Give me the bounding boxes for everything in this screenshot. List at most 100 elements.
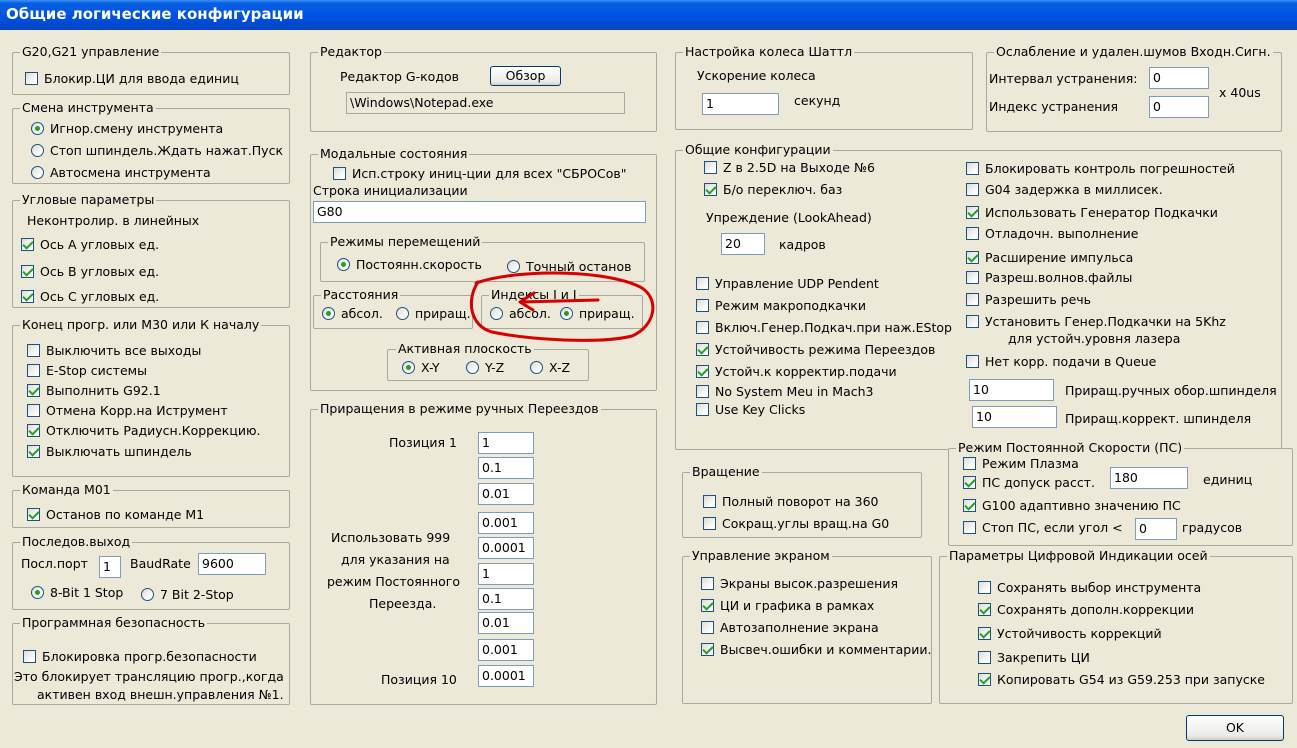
radio-ignore-tool-change[interactable]: Игнор.смену инструмента [31,121,223,136]
radio-plane-xz[interactable]: X-Z [530,360,570,375]
use-init-string-checkbox[interactable]: Исп.строку иниц-ции для всех "СБРОСов" [333,166,627,181]
screen-option-checkbox[interactable]: Автозаполнение экрана [701,620,879,635]
dro-option-checkbox[interactable]: Сохранять дополн.коррекции [978,602,1194,617]
shuttle-accel-input[interactable]: 1 [702,93,779,115]
jog-increment-input[interactable]: 0.1 [478,457,534,479]
checkbox-box [21,290,34,303]
z-in-25d-checkbox[interactable]: Z в 2.5D на Выходе №6 [704,160,875,175]
ok-button[interactable]: OK [1186,715,1284,741]
no-feed-override-queue-checkbox[interactable]: Нет корр. подачи в Queue [966,354,1156,369]
cv-distance-tolerance-checkbox[interactable]: ПС допуск расст. [963,475,1095,490]
jog-increment-input[interactable]: 0.01 [478,612,534,634]
screen-option-checkbox[interactable]: Высвеч.ошибки и комментарии. [701,642,931,657]
axis-c-angular-checkbox[interactable]: Ось С угловых ед. [21,289,159,304]
cv-tolerance-input[interactable]: 180 [1110,467,1188,489]
radio-8bit-1stop[interactable]: 8-Bit 1 Stop [31,585,123,600]
jog-increment-input[interactable]: 0.0001 [478,665,534,687]
general-option-checkbox[interactable]: Использовать Генератор Подкачки [966,205,1218,220]
general-option-checkbox[interactable]: Управление UDP Pendent [696,276,879,291]
general-option-checkbox[interactable]: Расширение импульса [966,250,1133,265]
cv-stop-angle-input[interactable]: 0 [1135,518,1177,540]
screen-option-checkbox[interactable]: Экраны высок.разрешения [701,576,898,591]
general-option-checkbox[interactable]: Отладочн. выполнение [966,226,1138,241]
angular-note: Неконтролир. в линейных [27,213,200,228]
jog-increment-input[interactable]: 0.001 [478,639,534,661]
cv-stop-angle-checkbox[interactable]: Стоп ПС, если угол < [963,520,1123,535]
group-title: Редактор [318,44,384,60]
no-base-switch-checkbox[interactable]: Б/о переключ. баз [704,182,842,197]
program-end-option-checkbox[interactable]: E-Stop системы [27,363,147,378]
program-end-option-checkbox[interactable]: Отключить Радиусн.Коррекцию. [27,423,260,438]
general-option-checkbox[interactable]: No System Meu in Mach3 [696,384,874,399]
jog-increment-input[interactable]: 1 [478,432,534,454]
jog-increment-input[interactable]: 0.01 [478,483,534,505]
radio-constant-velocity[interactable]: Постоянн.скорость [337,257,482,272]
general-option-checkbox[interactable]: Режим макроподкачки [696,298,866,313]
general-option-checkbox[interactable]: G04 задержка в миллисек. [966,182,1163,197]
charge-pump-5khz-checkbox[interactable]: Установить Генер.Подкачки на 5Khz [966,314,1226,329]
group-title: Общие конфигурации [683,142,833,158]
spindle-override-increment-input[interactable]: 10 [972,406,1057,428]
dro-option-checkbox[interactable]: Закрепить ЦИ [978,650,1090,665]
radio-distance-incremental[interactable]: приращ. [396,306,471,321]
program-end-option-checkbox[interactable]: Отмена Корр.на Иструмент [27,403,228,418]
checkbox-box [27,344,40,357]
debounce-interval-input[interactable]: 0 [1149,67,1209,89]
checkbox-box [963,476,976,489]
general-option-checkbox[interactable]: Разреш.волнов.файлы [966,270,1132,285]
checkbox-box [963,521,976,534]
general-option-checkbox[interactable]: Устойчивость режима Переездов [696,342,935,357]
debounce-index-input[interactable]: 0 [1149,96,1209,118]
safety-note-line2: активен вход внешн.управления №1. [37,687,284,702]
checkbox-label: Копировать G54 из G59.253 при запуске [997,672,1265,687]
radio-plane-yz[interactable]: Y-Z [466,360,504,375]
general-option-checkbox[interactable]: Включ.Генер.Подкач.при наж.EStop [696,320,952,335]
serial-port-label: Посл.порт [21,556,88,571]
group-title: Вращение [690,464,762,480]
jog-increment-input[interactable]: 0.0001 [478,537,534,559]
lock-dro-unit-checkbox[interactable]: Блокир.ЦИ для ввода единиц [25,71,239,86]
radio-dot [530,361,543,374]
browse-button[interactable]: Обзор [490,66,561,86]
jog-increment-input[interactable]: 1 [478,563,534,585]
radio-auto-tool-change[interactable]: Автосмена инструмента [31,165,211,180]
axis-a-angular-checkbox[interactable]: Ось А угловых ед. [21,237,159,252]
radio-ij-absolute[interactable]: абсол. [490,306,551,321]
checkbox-box [978,673,991,686]
radio-7bit-2stop[interactable]: 7 Bit 2-Stop [141,587,234,602]
general-option-checkbox[interactable]: Устойч.к корректир.подачи [696,364,897,379]
lookahead-input[interactable]: 20 [721,233,765,255]
program-end-option-checkbox[interactable]: Выключать шпиндель [27,444,192,459]
checkbox-label: Сохранять дополн.коррекции [997,602,1194,617]
jog-increment-input[interactable]: 0.001 [478,512,534,534]
checkbox-label: Исп.строку иниц-ции для всех "СБРОСов" [352,166,627,181]
radio-distance-absolute[interactable]: абсол. [322,306,383,321]
program-end-option-checkbox[interactable]: Выключить все выходы [27,343,201,358]
plasma-mode-checkbox[interactable]: Режим Плазма [963,456,1079,471]
radio-stop-spindle[interactable]: Стоп шпиндель.Ждать нажат.Пуск [31,143,283,158]
axis-b-angular-checkbox[interactable]: Ось В угловых ед. [21,264,159,279]
full-rotation-360-checkbox[interactable]: Полный поворот на 360 [703,494,879,509]
baudrate-input[interactable]: 9600 [198,553,266,575]
radio-ij-incremental[interactable]: приращ. [560,306,635,321]
dro-option-checkbox[interactable]: Устойчивость коррекций [978,626,1162,641]
spindle-jog-increment-input[interactable]: 10 [969,379,1054,401]
dro-option-checkbox[interactable]: Копировать G54 из G59.253 при запуске [978,672,1265,687]
screen-option-checkbox[interactable]: ЦИ и графика в рамках [701,598,874,613]
serial-port-input[interactable]: 1 [99,556,121,578]
general-option-checkbox[interactable]: Use Key Clicks [696,402,805,417]
shortest-rotation-g0-checkbox[interactable]: Сокращ.углы вращ.на G0 [703,516,889,531]
g100-adaptive-checkbox[interactable]: G100 адаптивно значению ПС [963,498,1181,513]
stop-on-m1-checkbox[interactable]: Останов по команде M1 [27,507,204,522]
general-option-checkbox[interactable]: Блокировать контроль погрешностей [966,161,1235,176]
dro-option-checkbox[interactable]: Сохранять выбор инструмента [978,580,1201,595]
lock-software-safety-checkbox[interactable]: Блокировка прогр.безопасности [23,649,257,664]
editor-path-field[interactable]: \Windows\Notepad.exe [346,92,625,114]
radio-exact-stop[interactable]: Точный останов [507,259,631,274]
jog-increment-input[interactable]: 0.1 [478,588,534,610]
program-end-option-checkbox[interactable]: Выполнить G92.1 [27,383,161,398]
radio-dot [31,586,44,599]
radio-plane-xy[interactable]: X-Y [402,360,440,375]
init-string-input[interactable]: G80 [313,201,646,223]
general-option-checkbox[interactable]: Разрешить речь [966,292,1091,307]
